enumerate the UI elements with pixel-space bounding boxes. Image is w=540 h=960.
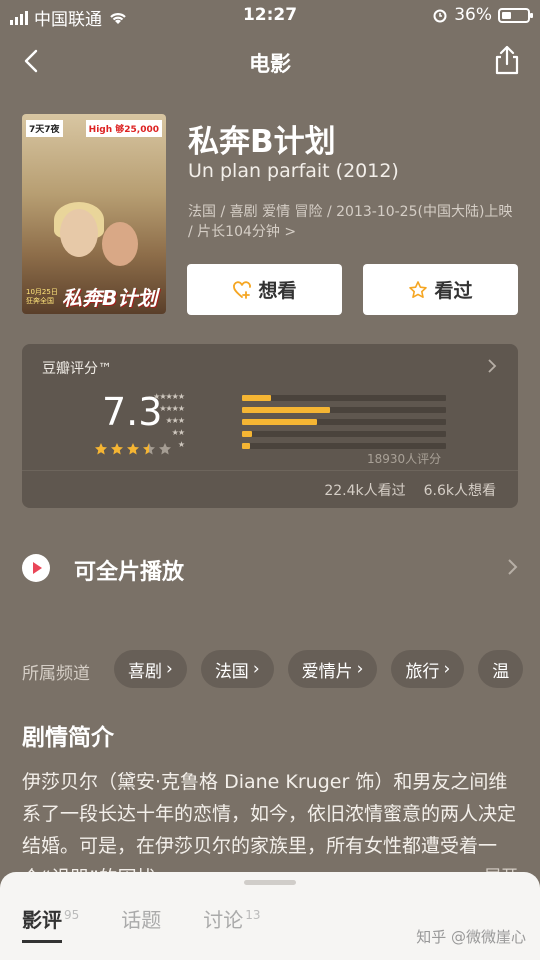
chevron-right-icon — [488, 359, 497, 373]
rating-bar-track — [242, 443, 446, 449]
movie-original-title: Un plan parfait (2012) — [188, 160, 399, 182]
wish-count[interactable]: 6.6k人想看 — [424, 480, 496, 500]
bottom-tabs: 影评 95 话题 讨论 13 — [22, 904, 261, 943]
rating-bar-track — [242, 407, 446, 413]
alarm-icon — [433, 9, 447, 23]
tab-discussions-label: 讨论 — [203, 908, 244, 932]
star-outline-icon — [409, 280, 428, 298]
rating-bar-track — [242, 395, 446, 401]
chevron-right-icon — [508, 559, 518, 575]
tab-reviews-label: 影评 — [22, 908, 62, 932]
star-icon — [95, 443, 107, 455]
channel-chip[interactable]: 法国 › — [200, 650, 274, 688]
page-title: 电影 — [249, 52, 291, 76]
synopsis-title: 剧情简介 — [22, 725, 114, 751]
poster-figure-face — [60, 209, 98, 257]
star-level-icon: ★★★★ — [159, 404, 185, 413]
channel-chip-label: 喜剧 — [128, 661, 162, 682]
drag-handle[interactable] — [244, 880, 296, 885]
poster-badge-right: High 够25,000 — [85, 120, 162, 137]
channels-row: 所属频道 喜剧 › 法国 › 爱情片 › 旅行 › 温 — [22, 650, 540, 690]
rating-stats: 22.4k人看过 6.6k人想看 — [324, 480, 496, 500]
rating-bar — [242, 407, 330, 413]
poster-figure-face — [102, 222, 138, 266]
nav-bar: 电影 — [0, 38, 540, 84]
tab-discussions-count: 13 — [245, 908, 261, 923]
seen-label: 看过 — [434, 280, 473, 302]
poster-date: 10月25日 狂奔全国 — [26, 288, 58, 305]
star-level-icon: ★★★ — [165, 416, 185, 425]
heart-plus-icon — [233, 280, 252, 299]
channel-chip[interactable]: 温 — [478, 650, 524, 688]
channels-label: 所属频道 — [22, 664, 90, 684]
share-icon[interactable] — [492, 44, 522, 76]
channel-chip[interactable]: 喜剧 › — [114, 650, 187, 688]
channel-chip[interactable]: 爱情片 › — [287, 650, 378, 688]
chevron-right-icon: › — [356, 659, 364, 679]
star-icon — [111, 443, 123, 455]
movie-meta[interactable]: 法国 / 喜剧 爱情 冒险 / 2013-10-25(中国大陆)上映 / 片长1… — [188, 202, 518, 242]
rating-bar — [242, 395, 271, 401]
play-icon — [22, 554, 50, 582]
channel-chip[interactable]: 旅行 › — [391, 650, 465, 688]
poster-title: 私奔B计划 — [62, 286, 158, 310]
battery-percent: 36% — [454, 5, 492, 25]
tab-topics[interactable]: 话题 — [121, 904, 161, 933]
divider — [22, 470, 518, 471]
channel-chip-label: 爱情片 — [301, 661, 353, 682]
status-bar: 中国联通 12:27 36% — [0, 0, 540, 32]
rating-bar-track — [242, 431, 446, 437]
rating-card[interactable]: 豆瓣评分™ 7.3 ★★★★★ ★★★★ ★★★ ★★ ★ 18930人评分 22.4k… — [22, 344, 518, 508]
play-full-row[interactable]: 可全片播放 — [22, 548, 518, 590]
chevron-right-icon: › — [166, 659, 173, 679]
tab-topics-label: 话题 — [121, 908, 162, 932]
rating-count: 18930人评分 — [367, 452, 442, 466]
movie-poster[interactable]: 7天7夜 High 够25,000 10月25日 狂奔全国 私奔B计划 — [22, 114, 166, 314]
movie-title: 私奔B计划 — [188, 124, 336, 160]
channel-chip-label: 温 — [492, 661, 510, 682]
rating-bar — [242, 419, 318, 425]
channel-chip-label: 旅行 — [405, 661, 440, 682]
synopsis-text: 伊莎贝尔（黛安·克鲁格 Diane Kruger 饰）和男友之间维系了一段长达十… — [22, 771, 517, 878]
star-level-icon: ★★★★★ — [153, 392, 185, 401]
rating-bar — [242, 443, 251, 449]
status-right: 36% — [432, 5, 533, 25]
rating-bar — [242, 431, 253, 437]
seen-button[interactable]: 看过 — [363, 264, 518, 315]
battery-icon — [498, 7, 533, 23]
play-label: 可全片播放 — [74, 560, 185, 585]
star-level-icon: ★★ — [171, 428, 185, 437]
watermark: 知乎 @微微崖心 — [416, 928, 526, 946]
rating-label: 豆瓣评分™ — [42, 361, 112, 377]
bottom-sheet[interactable]: 影评 95 话题 讨论 13 知乎 @微微崖心 — [0, 872, 540, 960]
poster-badge-left: 7天7夜 — [26, 120, 63, 137]
want-label: 想看 — [258, 280, 297, 302]
tab-discussions[interactable]: 讨论 13 — [203, 904, 260, 933]
chevron-right-icon: › — [252, 659, 260, 679]
tab-reviews-count: 95 — [64, 908, 80, 923]
star-level-icon: ★ — [177, 440, 185, 449]
channel-chip-label: 法国 — [214, 661, 249, 682]
rating-bar-track — [242, 419, 446, 425]
want-button[interactable]: 想看 — [187, 264, 342, 315]
tab-reviews[interactable]: 影评 95 — [22, 904, 80, 943]
watched-count[interactable]: 22.4k人看过 — [324, 480, 405, 500]
channel-chips: 喜剧 › 法国 › 爱情片 › 旅行 › 温 — [114, 650, 524, 688]
chevron-right-icon: › — [443, 659, 451, 679]
